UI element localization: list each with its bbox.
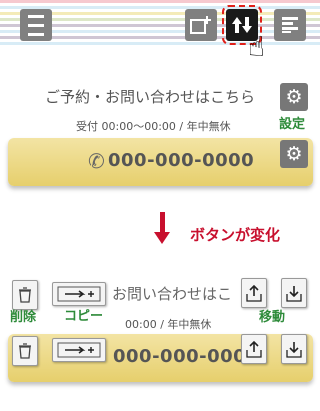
move-up-button[interactable]: [241, 278, 267, 308]
move-down-button[interactable]: [281, 278, 307, 308]
add-box-icon: [190, 16, 211, 34]
hamburger-icon-line: [28, 32, 44, 36]
hamburger-icon: [28, 14, 44, 18]
copy-button[interactable]: [52, 282, 106, 306]
copy-label: コピー: [64, 309, 104, 324]
settings-label: 設定: [279, 117, 306, 132]
contact-title: ご予約・お問い合わせはこちら: [45, 88, 256, 106]
hand-cursor-icon: ☝: [248, 30, 266, 63]
move-down-button[interactable]: [281, 334, 307, 364]
layout-button[interactable]: [274, 9, 306, 41]
move-up-icon: [246, 340, 262, 358]
phone-number: 000-000-0000: [113, 346, 260, 367]
business-hours: 受付 00:00〜00:00 / 年中無休: [76, 120, 231, 133]
move-up-icon: [246, 284, 262, 302]
phone-icon: ✆: [88, 149, 105, 173]
delete-label: 削除: [10, 310, 37, 325]
add-block-button[interactable]: [185, 9, 217, 41]
settings-gear-button[interactable]: ⚙: [280, 83, 308, 111]
menu-button[interactable]: [20, 9, 52, 41]
move-down-icon: [286, 286, 302, 302]
phone-button[interactable]: ✆ 000-000-0000: [8, 138, 313, 186]
move-label: 移動: [259, 310, 286, 325]
align-left-icon: [282, 17, 298, 33]
change-label: ボタンが変化: [190, 226, 281, 244]
trash-icon: [19, 343, 31, 359]
copy-icon: [57, 286, 101, 302]
phone-number: 000-000-0000: [108, 150, 255, 171]
business-hours-faded: 00:00 / 年中無休: [125, 318, 212, 331]
move-down-icon: [286, 342, 302, 358]
hamburger-icon-line: [28, 23, 44, 27]
copy-button[interactable]: [52, 338, 106, 362]
contact-title-faded: お問い合わせはこ: [112, 285, 233, 303]
delete-button[interactable]: [12, 336, 38, 366]
trash-icon: [19, 287, 31, 303]
copy-icon: [57, 342, 101, 358]
gear-icon: ⚙: [285, 143, 303, 165]
gear-icon: ⚙: [285, 86, 303, 108]
phone-settings-button[interactable]: ⚙: [280, 140, 308, 168]
move-up-button[interactable]: [241, 334, 267, 364]
